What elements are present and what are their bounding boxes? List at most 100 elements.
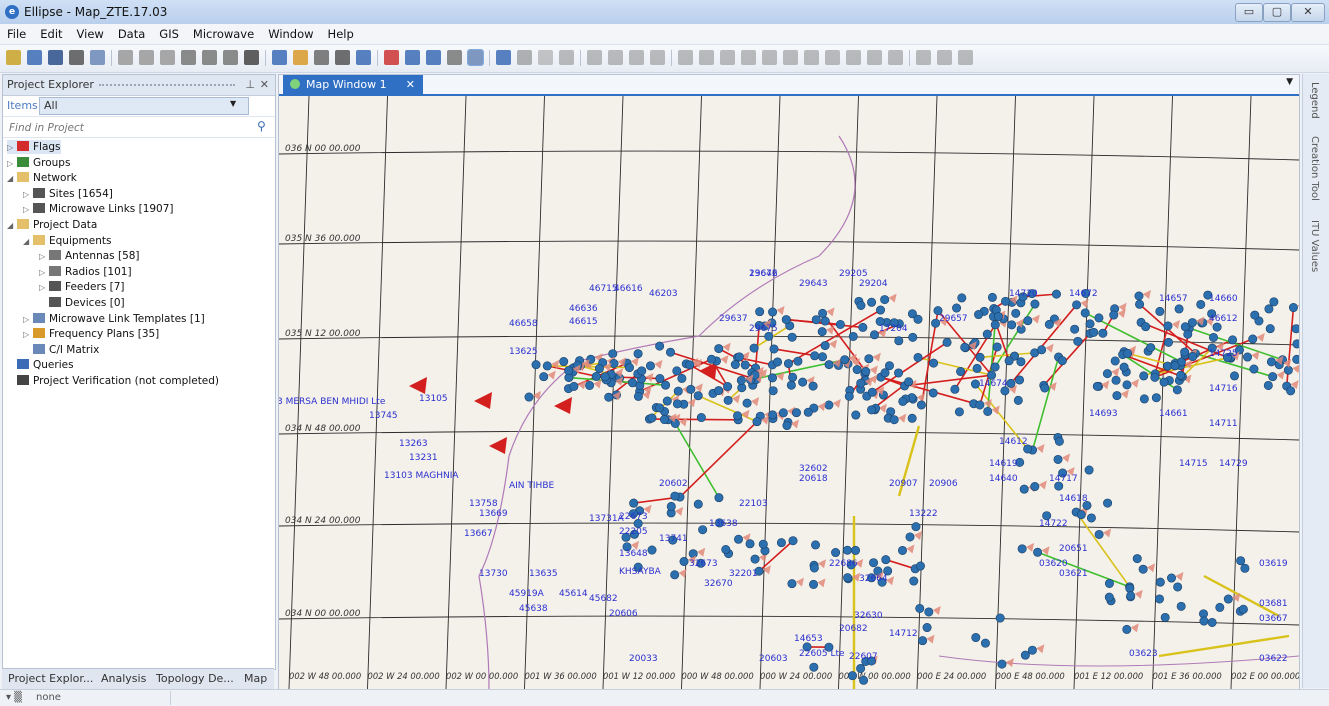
site-marker[interactable] [1289, 303, 1297, 311]
toolbar-tool-icon[interactable] [244, 50, 259, 65]
site-marker[interactable] [1164, 338, 1172, 346]
site-marker[interactable] [722, 545, 730, 553]
toolbar-tool-icon[interactable] [699, 50, 714, 65]
site-marker[interactable] [916, 562, 924, 570]
site-marker[interactable] [798, 378, 806, 386]
site-marker[interactable] [955, 408, 963, 416]
toolbar-tool-icon[interactable] [650, 50, 665, 65]
site-marker[interactable] [1209, 333, 1217, 341]
site-marker[interactable] [779, 409, 787, 417]
site-marker[interactable] [1005, 357, 1013, 365]
dock-tab-legend[interactable]: Legend [1309, 82, 1320, 119]
toolbar-tool-icon[interactable] [720, 50, 735, 65]
site-marker[interactable] [605, 393, 613, 401]
site-marker[interactable] [917, 401, 925, 409]
expand-arrow-icon[interactable]: ▷ [39, 281, 49, 295]
site-marker[interactable] [1123, 381, 1131, 389]
close-tab-icon[interactable]: ✕ [406, 75, 415, 94]
toolbar-tool-icon[interactable] [559, 50, 574, 65]
site-marker[interactable] [988, 293, 996, 301]
site-marker[interactable] [1284, 366, 1292, 374]
site-marker[interactable] [1033, 548, 1041, 556]
site-marker[interactable] [991, 321, 999, 329]
site-marker[interactable] [908, 414, 916, 422]
site-marker[interactable] [1085, 466, 1093, 474]
site-marker[interactable] [916, 604, 924, 612]
site-marker[interactable] [1265, 305, 1273, 313]
site-marker[interactable] [1267, 358, 1275, 366]
site-marker[interactable] [1021, 651, 1029, 659]
toolbar-tool-icon[interactable] [447, 50, 462, 65]
site-marker[interactable] [697, 413, 705, 421]
site-marker[interactable] [735, 353, 743, 361]
site-marker[interactable] [759, 540, 767, 548]
site-marker[interactable] [1007, 379, 1015, 387]
chevron-down-icon[interactable]: ▼ [230, 99, 236, 108]
site-marker[interactable] [818, 309, 826, 317]
site-marker[interactable] [655, 404, 663, 412]
site-marker[interactable] [794, 357, 802, 365]
site-marker[interactable] [976, 353, 984, 361]
site-marker[interactable] [983, 330, 991, 338]
site-marker[interactable] [1173, 386, 1181, 394]
site-marker[interactable] [843, 573, 851, 581]
site-marker[interactable] [923, 623, 931, 631]
site-marker[interactable] [809, 580, 817, 588]
site-marker[interactable] [663, 397, 671, 405]
site-marker[interactable] [687, 385, 695, 393]
site-marker[interactable] [993, 343, 1001, 351]
site-marker[interactable] [867, 298, 875, 306]
site-marker[interactable] [851, 546, 859, 554]
menu-edit[interactable]: Edit [33, 24, 69, 41]
site-marker[interactable] [789, 537, 797, 545]
site-marker[interactable] [1250, 365, 1258, 373]
tree-item[interactable]: ▷Groups [7, 156, 70, 170]
site-marker[interactable] [1200, 617, 1208, 625]
site-marker[interactable] [1270, 298, 1278, 306]
site-marker[interactable] [715, 344, 723, 352]
site-marker[interactable] [1012, 309, 1020, 317]
site-marker[interactable] [746, 540, 754, 548]
site-marker[interactable] [914, 315, 922, 323]
site-marker[interactable] [1249, 335, 1257, 343]
toolbar-tool-icon[interactable] [139, 50, 154, 65]
site-marker[interactable] [1103, 369, 1111, 377]
menu-file[interactable]: File [0, 24, 33, 41]
site-marker[interactable] [678, 374, 686, 382]
site-marker[interactable] [1164, 322, 1172, 330]
site-marker[interactable] [1228, 336, 1236, 344]
tab-topology-designer[interactable]: Topology De... [156, 672, 234, 685]
tab-map[interactable]: Map [244, 672, 267, 685]
site-marker[interactable] [1230, 372, 1238, 380]
site-marker[interactable] [859, 676, 867, 684]
site-marker[interactable] [1184, 330, 1192, 338]
site-marker[interactable] [912, 522, 920, 530]
site-marker[interactable] [961, 343, 969, 351]
site-marker[interactable] [673, 400, 681, 408]
site-marker[interactable] [856, 664, 864, 672]
toolbar-tool-icon[interactable] [314, 50, 329, 65]
site-marker[interactable] [1112, 376, 1120, 384]
site-marker[interactable] [1160, 378, 1168, 386]
toolbar-tool-icon[interactable] [538, 50, 553, 65]
minimize-button[interactable]: ▭ [1235, 3, 1263, 22]
site-marker[interactable] [646, 362, 654, 370]
site-marker[interactable] [929, 359, 937, 367]
site-marker[interactable] [1241, 564, 1249, 572]
expand-arrow-icon[interactable]: ▷ [7, 157, 17, 171]
site-marker[interactable] [1081, 309, 1089, 317]
site-marker[interactable] [1090, 328, 1098, 336]
toolbar-tool-icon[interactable] [384, 50, 399, 65]
site-marker[interactable] [1123, 349, 1131, 357]
site-marker[interactable] [661, 381, 669, 389]
site-marker[interactable] [852, 411, 860, 419]
collapse-arrow-icon[interactable]: ◢ [7, 172, 17, 186]
site-marker[interactable] [958, 294, 966, 302]
expand-arrow-icon[interactable]: ▷ [39, 250, 49, 264]
site-marker[interactable] [1171, 362, 1179, 370]
site-marker[interactable] [981, 639, 989, 647]
site-marker[interactable] [870, 331, 878, 339]
site-marker[interactable] [634, 350, 642, 358]
toolbar-tool-icon[interactable] [468, 50, 483, 65]
toolbar-tool-icon[interactable] [804, 50, 819, 65]
